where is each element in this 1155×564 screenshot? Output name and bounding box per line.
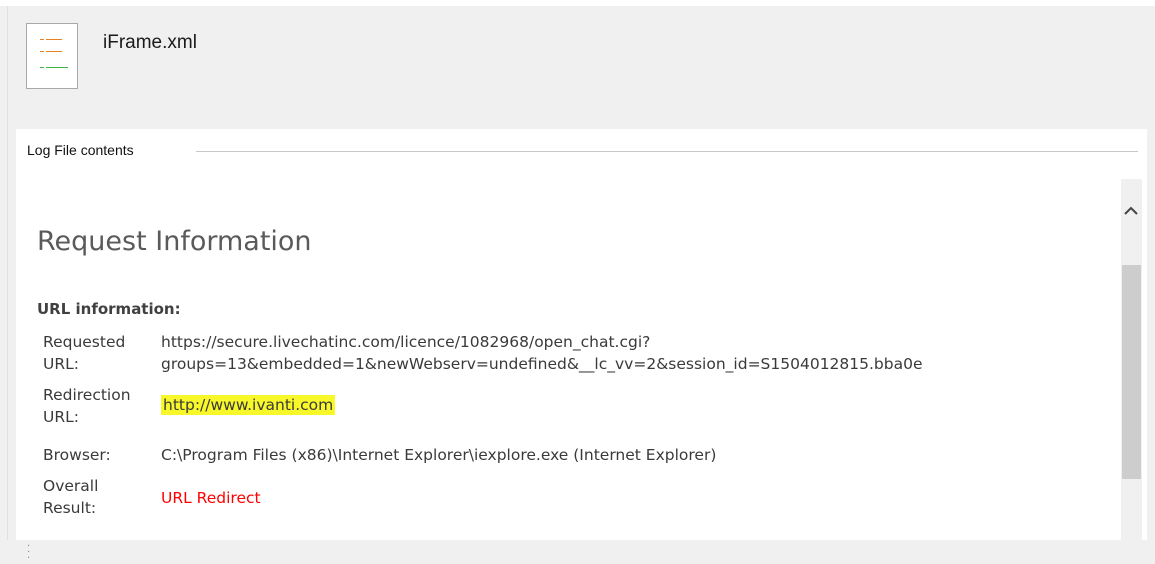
requested-url-line2: groups=13&embedded=1&newWebserv=undefine… [161, 355, 923, 373]
redirection-label-line1: Redirection [43, 386, 131, 404]
window-top-border [0, 0, 1155, 6]
browser-label: Browser: [43, 446, 111, 464]
scrollbar-thumb[interactable] [1122, 265, 1141, 479]
splitter-handle[interactable]: · · · [27, 542, 30, 564]
group-divider [196, 151, 1138, 152]
redirection-url-value: http://www.ivanti.com [161, 394, 336, 416]
url-info-heading: URL information: [37, 300, 181, 318]
requested-label-line2: URL: [43, 355, 79, 373]
request-info-heading: Request Information [37, 226, 312, 257]
group-label: Log File contents [27, 142, 140, 158]
overall-result-value: URL Redirect [161, 489, 261, 507]
redirection-label-line2: URL: [43, 408, 79, 426]
log-file-icon [26, 23, 78, 89]
overall-label-line1: Overall [43, 477, 99, 495]
log-file-panel: Log File contents · · · Request Informatio… [16, 129, 1147, 564]
requested-label-line1: Requested [43, 333, 126, 351]
window-left-edge [7, 6, 8, 540]
requested-url-line1: https://secure.livechatinc.com/licence/1… [161, 333, 651, 351]
scroll-up-arrow-icon[interactable] [1124, 204, 1140, 218]
overall-label-line2: Result: [43, 499, 97, 517]
browser-value: C:\Program Files (x86)\Internet Explorer… [161, 446, 717, 464]
redirection-url-highlight: http://www.ivanti.com [161, 395, 336, 415]
file-name-title: iFrame.xml [103, 32, 197, 53]
